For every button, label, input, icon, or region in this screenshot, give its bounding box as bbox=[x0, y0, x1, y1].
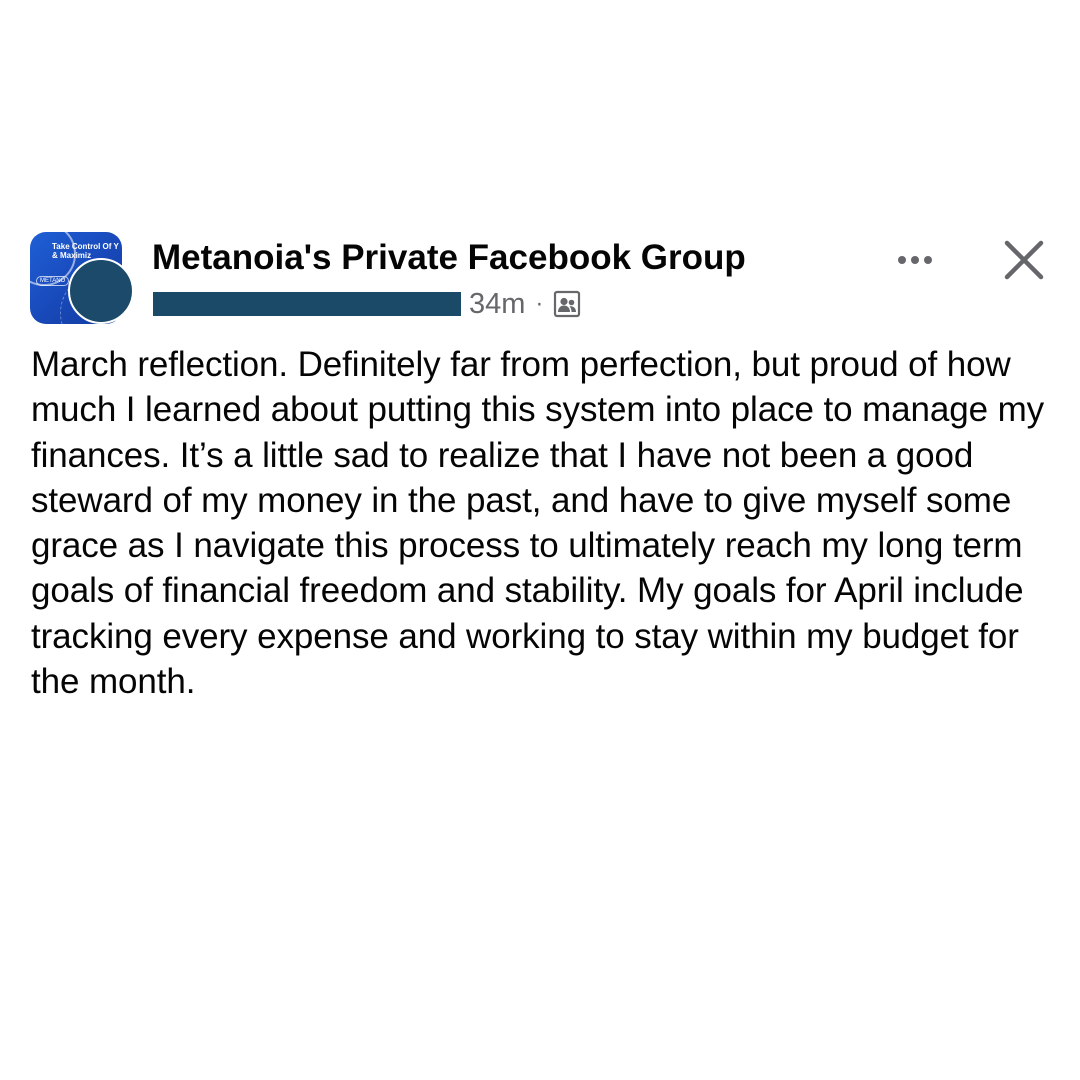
post-meta: 34m · bbox=[153, 286, 581, 322]
more-options-icon bbox=[898, 256, 906, 264]
user-avatar[interactable] bbox=[68, 258, 134, 324]
avatar-logo: METANO bbox=[36, 276, 70, 286]
close-icon[interactable] bbox=[998, 234, 1050, 286]
post-body-text: March reflection. Definitely far from pe… bbox=[31, 345, 1045, 702]
more-options-button[interactable] bbox=[886, 240, 944, 280]
post-card: Take Control Of Y & Maximiz METANO Metan… bbox=[0, 0, 1080, 1080]
more-options-icon bbox=[924, 256, 932, 264]
author-name-redacted[interactable] bbox=[153, 292, 461, 316]
avatar-caption-line: Take Control Of Y bbox=[52, 242, 119, 251]
post-timestamp[interactable]: 34m bbox=[469, 286, 525, 322]
meta-separator: · bbox=[535, 290, 544, 317]
avatar-caption: Take Control Of Y & Maximiz bbox=[52, 242, 119, 260]
group-name-link[interactable]: Metanoia's Private Facebook Group bbox=[152, 236, 746, 280]
more-options-icon bbox=[911, 256, 919, 264]
group-members-icon bbox=[554, 290, 581, 318]
